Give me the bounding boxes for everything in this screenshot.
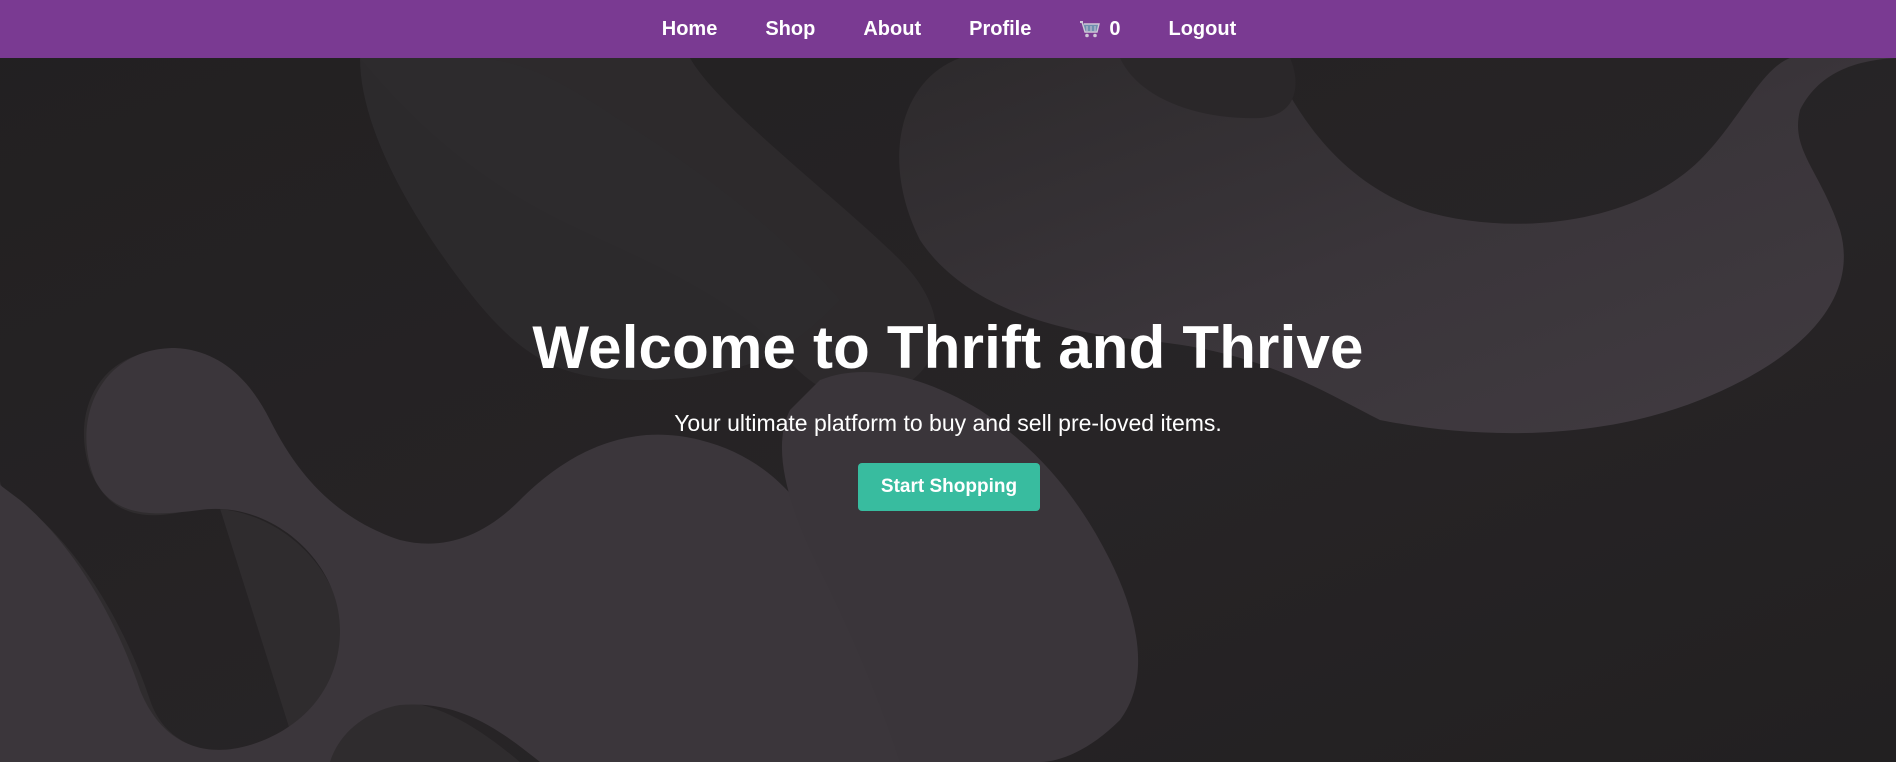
hero-subtitle: Your ultimate platform to buy and sell p… (674, 410, 1222, 436)
top-navbar: Home Shop About Profile 0 Logout (0, 0, 1896, 58)
start-shopping-button[interactable]: Start Shopping (858, 463, 1040, 511)
nav-about-link[interactable]: About (863, 18, 921, 41)
nav-logout-link[interactable]: Logout (1168, 18, 1236, 41)
page: Home Shop About Profile 0 Logout Welcome… (0, 0, 1896, 762)
hero-section: Welcome to Thrift and Thrive Your ultima… (0, 58, 1896, 762)
cart-icon (1080, 21, 1101, 38)
nav-shop-link[interactable]: Shop (765, 18, 815, 41)
nav-profile-link[interactable]: Profile (969, 18, 1031, 41)
nav-cart-link[interactable]: 0 (1079, 18, 1120, 41)
cart-count: 0 (1109, 17, 1121, 40)
nav-links: Home Shop About Profile 0 Logout (638, 18, 1260, 41)
hero-title: Welcome to Thrift and Thrive (532, 314, 1364, 381)
nav-home-link[interactable]: Home (662, 18, 718, 41)
